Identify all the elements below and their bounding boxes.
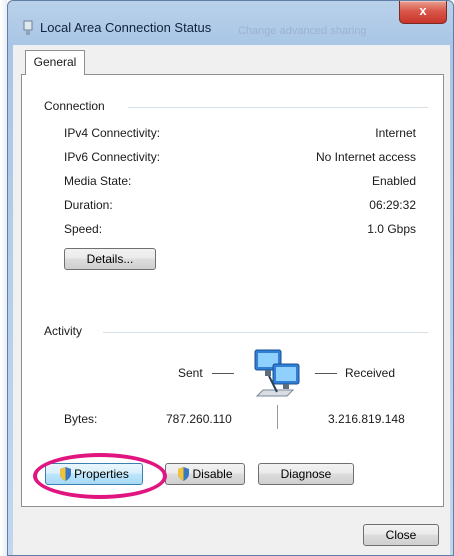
activity-group-label: Activity <box>44 324 89 338</box>
media-state-value: Enabled <box>371 174 416 188</box>
window-title: Local Area Connection Status <box>40 20 212 35</box>
network-adapter-icon <box>23 20 33 35</box>
title-bar[interactable]: Local Area Connection Status Change adva… <box>8 1 453 41</box>
diagnose-button[interactable]: Diagnose <box>258 463 354 485</box>
received-label: Received <box>345 366 396 380</box>
ipv4-value: Internet <box>375 126 416 140</box>
sent-connector-line <box>212 373 234 374</box>
background-edge <box>0 0 7 556</box>
speed-label: Speed: <box>64 222 103 236</box>
sent-label: Sent <box>178 366 203 380</box>
activity-group-line <box>103 332 428 333</box>
duration-label: Duration: <box>64 198 113 212</box>
bytes-separator <box>277 405 278 429</box>
properties-highlight-annotation <box>33 453 167 499</box>
media-state-label: Media State: <box>64 174 132 188</box>
details-button[interactable]: Details... <box>64 248 156 270</box>
disable-button[interactable]: Disable <box>165 463 245 485</box>
ipv6-label: IPv6 Connectivity: <box>64 150 161 164</box>
network-computers-icon <box>254 349 300 397</box>
ipv6-value: No Internet access <box>315 150 416 164</box>
speed-value: 1.0 Gbps <box>367 222 416 236</box>
received-connector-line <box>315 373 337 374</box>
close-button[interactable]: Close <box>363 524 439 546</box>
connection-group-line <box>128 107 428 108</box>
bytes-sent-value: 787.260.110 <box>166 412 232 426</box>
disable-button-label: Disable <box>192 467 233 481</box>
bytes-label: Bytes: <box>64 412 98 426</box>
close-window-button[interactable]: x <box>399 1 447 24</box>
background-window-text: Change advanced sharing <box>238 25 367 37</box>
ipv4-label: IPv4 Connectivity: <box>64 126 161 140</box>
tab-general[interactable]: General <box>25 50 85 75</box>
uac-shield-icon <box>178 467 190 481</box>
bytes-received-value: 3.216.819.148 <box>328 412 405 426</box>
duration-value: 06:29:32 <box>369 198 416 212</box>
connection-group-label: Connection <box>44 99 111 113</box>
